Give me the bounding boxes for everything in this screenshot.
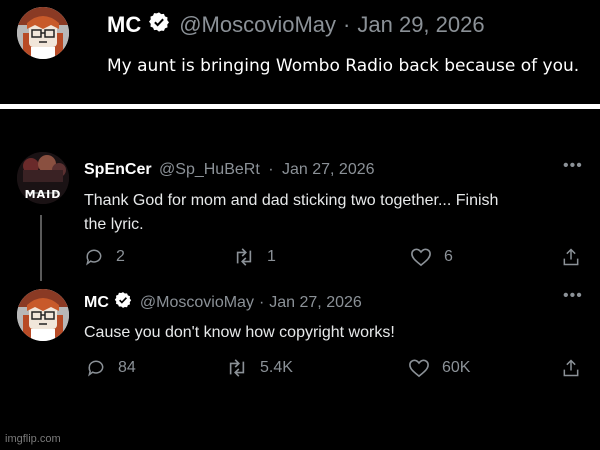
- separator-dot: ·: [258, 293, 265, 311]
- avatar[interactable]: [17, 7, 69, 59]
- display-name[interactable]: MC: [107, 12, 141, 38]
- tweet-header: MC @MoscovioMay · Jan 27, 2026: [84, 291, 362, 314]
- top-tweet-header: MC @MoscovioMay · Jan 29, 2026: [107, 11, 485, 39]
- retweet-count: 5.4K: [260, 359, 293, 376]
- reply-icon: [88, 360, 104, 377]
- retweet-icon: [229, 359, 245, 377]
- like-icon: [409, 359, 429, 378]
- separator-dot: ·: [343, 12, 351, 37]
- tweet-text: Thank God for mom and dad sticking two t…: [84, 189, 498, 237]
- separator-dot: ·: [268, 161, 274, 178]
- tweet-date[interactable]: Jan 27, 2026: [282, 161, 375, 178]
- reply-button[interactable]: 84: [86, 358, 136, 378]
- avatar-caption: MAID: [24, 188, 62, 201]
- share-icon: [563, 248, 579, 266]
- retweet-count: 1: [267, 248, 276, 265]
- more-icon[interactable]: •••: [563, 157, 583, 175]
- tweet-date[interactable]: Jan 29, 2026: [357, 12, 484, 38]
- share-button[interactable]: [561, 246, 581, 268]
- user-handle[interactable]: @MoscovioMay: [140, 294, 254, 312]
- more-icon[interactable]: •••: [563, 287, 583, 305]
- user-handle[interactable]: @MoscovioMay: [179, 12, 336, 38]
- mc-avatar-art: [17, 7, 69, 59]
- reply-button[interactable]: 2: [84, 247, 125, 267]
- verified-icon: [114, 291, 132, 314]
- retweet-icon: [236, 248, 252, 266]
- user-handle[interactable]: @Sp_HuBeRt: [159, 161, 260, 178]
- display-name[interactable]: MC: [84, 294, 109, 312]
- tweet-text: My aunt is bringing Wombo Radio back bec…: [107, 56, 580, 76]
- like-icon: [411, 248, 431, 267]
- retweet-button[interactable]: 5.4K: [226, 358, 293, 378]
- like-button[interactable]: 6: [410, 247, 453, 267]
- thread-line: [40, 215, 42, 281]
- verified-icon: [148, 11, 170, 39]
- tweet-text-line: the lyric.: [84, 216, 144, 233]
- divider: [0, 104, 600, 109]
- reply-count: 2: [116, 248, 125, 265]
- watermark: imgflip.com: [5, 433, 61, 445]
- retweet-button[interactable]: 1: [233, 247, 276, 267]
- like-count: 60K: [442, 359, 471, 376]
- share-icon: [563, 359, 579, 377]
- reply-icon: [86, 249, 102, 266]
- reply-count: 84: [118, 359, 136, 376]
- mc-avatar-art: [17, 289, 69, 341]
- display-name[interactable]: SpEnCer: [84, 161, 152, 178]
- tweet-text-line: Thank God for mom and dad sticking two t…: [84, 192, 499, 209]
- tweet-date[interactable]: Jan 27, 2026: [269, 294, 362, 312]
- like-count: 6: [444, 248, 453, 265]
- share-button[interactable]: [561, 357, 581, 379]
- tweet-header: SpEnCer @Sp_HuBeRt · Jan 27, 2026: [84, 161, 375, 179]
- tweet-text: Cause you don't know how copyright works…: [84, 324, 395, 341]
- like-button[interactable]: 60K: [408, 358, 470, 378]
- avatar[interactable]: [17, 289, 69, 341]
